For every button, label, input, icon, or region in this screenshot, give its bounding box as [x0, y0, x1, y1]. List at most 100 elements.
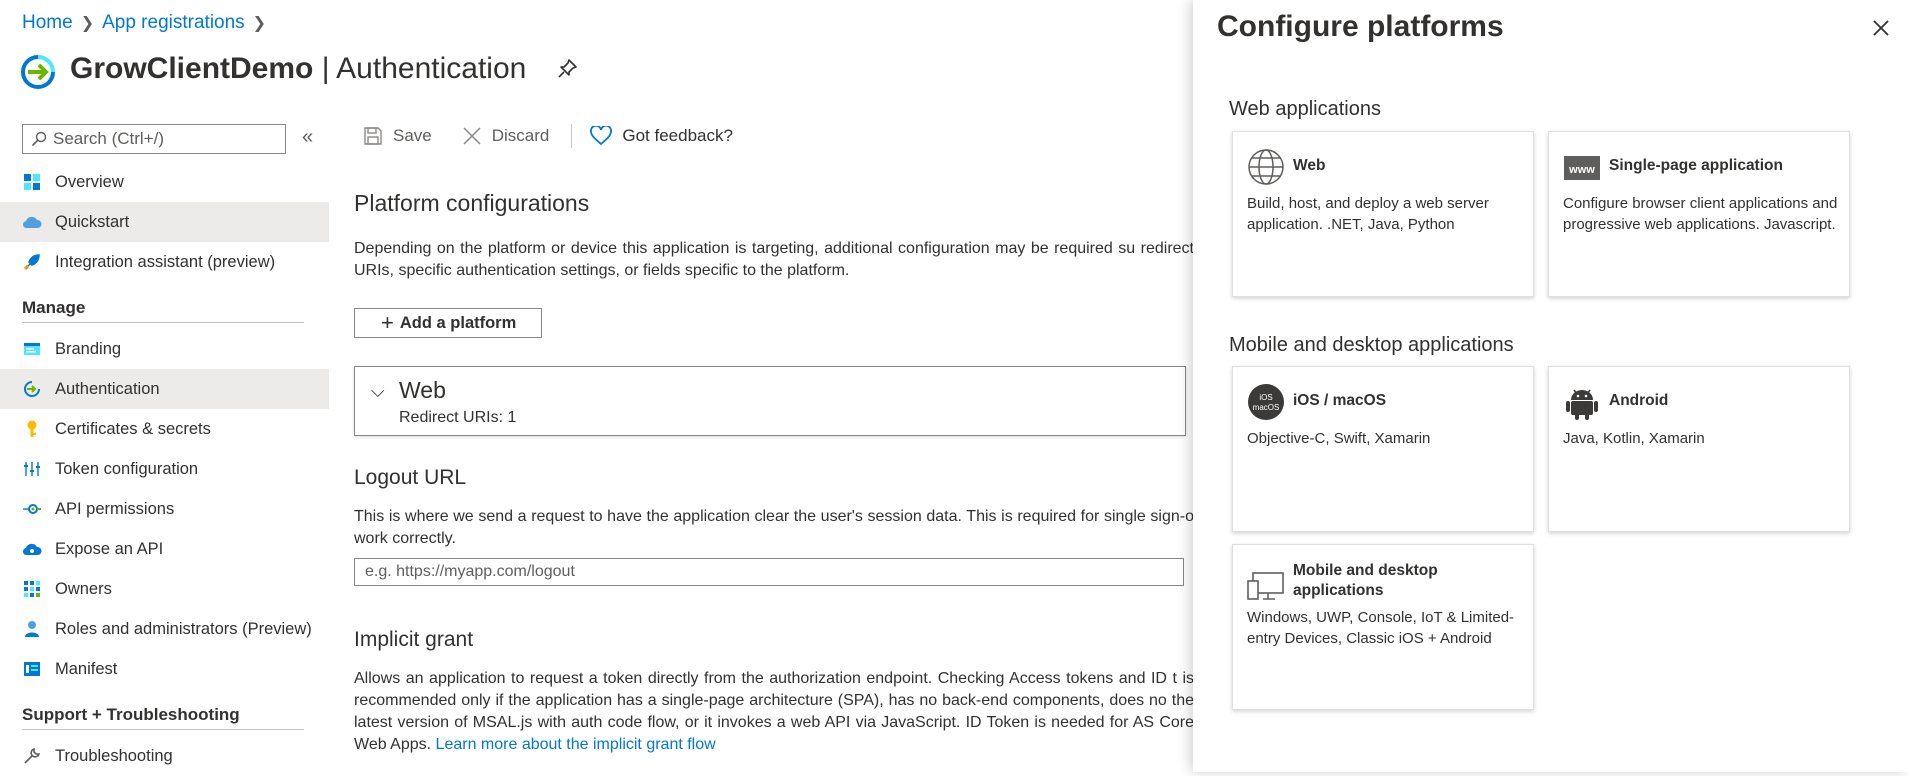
desktop-device-icon	[1247, 572, 1284, 600]
page-title: GrowClientDemo | Authentication	[70, 52, 526, 86]
heart-icon	[590, 126, 613, 146]
toolbar-divider	[571, 124, 573, 148]
tile-name: Android	[1609, 392, 1669, 409]
section-divider	[22, 322, 304, 323]
command-bar: Save Discard Got feedback?	[363, 124, 763, 148]
sidebar-item-label: Branding	[55, 339, 122, 358]
roles-icon	[22, 619, 42, 639]
ios-macos-tile[interactable]: iOS macOS iOS / macOS Objective-C, Swift…	[1232, 366, 1534, 532]
overview-grid-icon	[22, 172, 42, 192]
tile-description: Java, Kotlin, Xamarin	[1563, 430, 1705, 447]
sidebar-item-certificates-secrets[interactable]: Certificates & secrets	[0, 409, 329, 449]
sidebar-item-troubleshooting[interactable]: Troubleshooting	[0, 736, 329, 776]
sidebar-item-integration-assistant[interactable]: Integration assistant (preview)	[0, 242, 329, 282]
configure-platforms-panel: Configure platforms Web applications Web…	[1193, 0, 1909, 772]
app-registration-logo-icon	[21, 55, 55, 89]
logout-url-input[interactable]: e.g. https://myapp.com/logout	[354, 558, 1184, 586]
sidebar-item-label: Integration assistant (preview)	[55, 252, 276, 271]
manifest-icon	[22, 659, 42, 679]
sidebar-item-quickstart[interactable]: Quickstart	[0, 202, 329, 242]
sidebar-item-label: Overview	[55, 172, 124, 191]
feedback-label: Got feedback?	[622, 126, 733, 145]
branding-icon	[22, 339, 42, 359]
web-platform-card[interactable]: ⌵ Web Redirect URIs: 1	[354, 366, 1186, 436]
discard-label: Discard	[491, 126, 550, 145]
api-permissions-icon	[22, 499, 42, 519]
sidebar-item-token-configuration[interactable]: Token configuration	[0, 449, 329, 489]
single-page-application-tile[interactable]: www Single-page application Configure br…	[1548, 131, 1850, 297]
sidebar-item-label: Authentication	[55, 379, 160, 398]
web-card-subtitle: Redirect URIs: 1	[399, 409, 517, 426]
chevron-right-icon: ❯	[80, 15, 95, 32]
section-divider	[22, 729, 304, 730]
close-icon[interactable]	[1869, 16, 1893, 40]
web-applications-heading: Web applications	[1229, 98, 1381, 120]
pin-icon[interactable]	[556, 58, 578, 80]
platform-configurations-heading: Platform configurations	[354, 190, 590, 216]
token-bars-icon	[22, 459, 42, 479]
add-platform-label: Add a platform	[399, 313, 517, 332]
sidebar-item-label: Expose an API	[55, 539, 164, 558]
wrench-icon	[22, 746, 42, 766]
ios-macos-icon: iOS macOS	[1248, 384, 1284, 420]
plus-icon: +	[381, 310, 394, 335]
panel-title: Configure platforms	[1217, 10, 1504, 43]
cloud-icon	[22, 212, 42, 232]
implicit-grant-description: Allows an application to request a token…	[354, 668, 1194, 756]
key-icon	[22, 419, 42, 439]
chevron-right-icon: ❯	[252, 15, 267, 32]
collapse-sidebar-icon[interactable]: «	[302, 126, 313, 149]
sidebar-item-label: API permissions	[55, 499, 175, 518]
sidebar-item-authentication[interactable]: Authentication	[0, 369, 329, 409]
sidebar-item-label: Troubleshooting	[55, 746, 173, 765]
cloud-api-icon	[22, 539, 42, 559]
tile-name: Single-page application	[1609, 157, 1783, 174]
title-separator: |	[313, 52, 337, 85]
implicit-grant-learn-more-link[interactable]: Learn more about the implicit grant flow	[436, 736, 716, 753]
sidebar-item-expose-an-api[interactable]: Expose an API	[0, 529, 329, 569]
breadcrumb-home-link[interactable]: Home	[22, 12, 73, 34]
sidebar-item-label: Manifest	[55, 659, 118, 678]
svg-text:iOS: iOS	[1259, 393, 1272, 402]
implicit-grant-heading: Implicit grant	[354, 628, 474, 651]
sidebar-item-label: Certificates & secrets	[55, 419, 211, 438]
sidebar-item-roles-administrators[interactable]: Roles and administrators (Preview)	[0, 609, 329, 649]
android-tile[interactable]: Android Java, Kotlin, Xamarin	[1548, 366, 1850, 532]
www-browser-icon: www	[1564, 156, 1600, 180]
sidebar-item-api-permissions[interactable]: API permissions	[0, 489, 329, 529]
discard-button[interactable]: Discard	[462, 126, 550, 146]
app-name: GrowClientDemo	[70, 52, 314, 85]
tile-name: Web	[1293, 157, 1326, 174]
sidebar-item-label: Quickstart	[55, 212, 130, 231]
tile-description: Windows, UWP, Console, IoT & Limited-ent…	[1247, 609, 1515, 647]
save-label: Save	[393, 126, 432, 145]
mobile-desktop-tile[interactable]: Mobile and desktop applications Windows,…	[1232, 544, 1534, 710]
sidebar-item-label: Roles and administrators (Preview)	[55, 619, 312, 638]
add-platform-button[interactable]: + Add a platform	[354, 308, 543, 338]
mobile-desktop-applications-heading: Mobile and desktop applications	[1229, 334, 1514, 356]
chevron-down-icon[interactable]: ⌵	[371, 381, 385, 402]
sidebar-item-branding[interactable]: Branding	[0, 329, 329, 369]
breadcrumb-app-registrations-link[interactable]: App registrations	[102, 12, 245, 34]
search-input[interactable]: Search (Ctrl+/)	[22, 124, 286, 154]
authentication-icon	[22, 379, 42, 399]
search-icon	[31, 131, 47, 147]
tile-name: iOS / macOS	[1293, 392, 1387, 409]
discard-x-icon	[463, 127, 481, 145]
save-button[interactable]: Save	[363, 126, 432, 146]
rocket-icon	[22, 252, 42, 272]
feedback-button[interactable]: Got feedback?	[590, 126, 733, 146]
search-placeholder: Search (Ctrl+/)	[53, 129, 164, 148]
breadcrumb: Home ❯ App registrations ❯	[22, 12, 266, 34]
sidebar-item-overview[interactable]: Overview	[0, 162, 329, 202]
globe-icon	[1248, 149, 1284, 185]
sidebar-item-owners[interactable]: Owners	[0, 569, 329, 609]
tile-description: Objective-C, Swift, Xamarin	[1247, 430, 1431, 447]
sidebar-item-label: Token configuration	[55, 459, 199, 478]
logout-url-description: This is where we send a request to have …	[354, 508, 1194, 547]
support-section-header: Support + Troubleshooting	[22, 705, 240, 724]
save-icon	[364, 127, 382, 145]
sidebar-item-manifest[interactable]: Manifest	[0, 649, 329, 689]
web-platform-tile[interactable]: Web Build, host, and deploy a web server…	[1232, 131, 1534, 297]
logout-url-heading: Logout URL	[354, 466, 467, 489]
